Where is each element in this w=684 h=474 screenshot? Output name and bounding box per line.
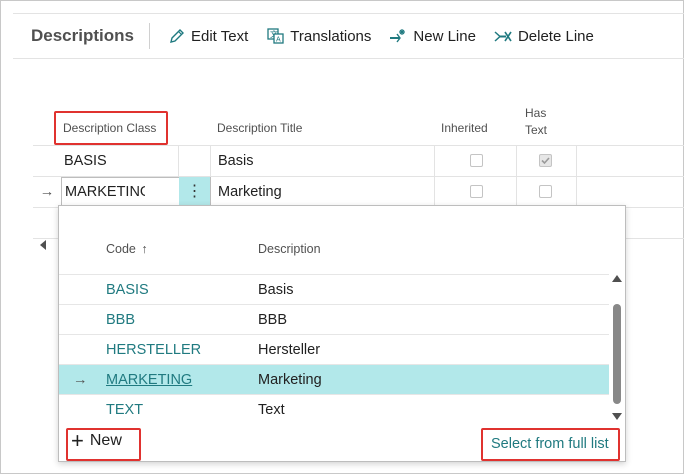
new-line-icon: [390, 28, 406, 42]
table-row[interactable]: BASIS Basis: [33, 145, 684, 176]
translations-button[interactable]: 文 A Translations: [266, 27, 371, 45]
checkmark-icon: [541, 157, 550, 165]
new-line-button[interactable]: New Line: [389, 28, 476, 45]
translations-label: Translations: [290, 27, 372, 45]
divider: [210, 146, 211, 176]
lookup-code[interactable]: MARKETING: [106, 365, 192, 395]
lookup-header-code[interactable]: Code ↑: [106, 242, 148, 256]
highlight-box-description-class: [54, 111, 168, 145]
description-class-cell[interactable]: BASIS: [64, 146, 107, 176]
column-header-description-title[interactable]: Description Title: [217, 121, 302, 135]
column-header-has-text-line2[interactable]: Text: [525, 123, 547, 137]
highlight-box-full-list: [481, 428, 620, 461]
has-text-checkbox[interactable]: [539, 185, 552, 198]
lookup-header-description[interactable]: Description: [258, 242, 321, 256]
delete-line-label: Delete Line: [517, 27, 594, 45]
lookup-header-code-label: Code: [106, 242, 136, 256]
table-row[interactable]: → MARKETING ⋮ Marketing: [33, 176, 684, 207]
lookup-code[interactable]: HERSTELLER: [106, 335, 201, 365]
selected-row-arrow-icon: →: [73, 372, 88, 388]
lookup-dropdown: Code ↑ Description BASIS Basis BBB BBB H…: [58, 205, 626, 462]
lookup-scrollbar[interactable]: [610, 266, 624, 426]
divider: [516, 177, 517, 207]
edit-text-label: Edit Text: [190, 27, 249, 45]
lookup-code[interactable]: TEXT: [106, 395, 143, 425]
column-header-inherited[interactable]: Inherited: [441, 121, 488, 135]
scroll-left-icon[interactable]: [39, 240, 47, 250]
scroll-down-icon[interactable]: [612, 413, 622, 421]
lookup-description: Basis: [258, 282, 294, 298]
column-header-has-text-line1[interactable]: Has: [525, 106, 546, 120]
lookup-row[interactable]: TEXT Text: [59, 394, 609, 425]
divider: [576, 177, 577, 207]
lookup-row[interactable]: BASIS Basis: [59, 274, 609, 305]
lookup-description: Text: [258, 402, 285, 418]
lookup-code[interactable]: BASIS: [106, 275, 149, 305]
sort-ascending-icon: ↑: [141, 242, 148, 256]
highlight-box-new: [66, 428, 141, 461]
action-bar: Descriptions Edit Text 文 A Translations: [13, 13, 684, 59]
delete-line-button[interactable]: Delete Line: [494, 28, 594, 45]
lookup-description: Marketing: [258, 372, 322, 388]
inherited-checkbox[interactable]: [470, 154, 483, 167]
new-line-label: New Line: [413, 27, 476, 45]
has-text-checkbox[interactable]: [539, 154, 552, 167]
description-class-value: MARKETING: [65, 184, 145, 200]
lookup-row[interactable]: BBB BBB: [59, 304, 609, 335]
divider: [516, 146, 517, 176]
divider: [178, 146, 179, 176]
divider: [148, 23, 150, 49]
page-title: Descriptions: [31, 26, 134, 45]
divider: [434, 177, 435, 207]
lookup-row-selected[interactable]: → MARKETING Marketing: [59, 364, 609, 395]
pencil-icon: [170, 28, 184, 43]
svg-text:A: A: [276, 37, 281, 44]
translate-icon: 文 A: [267, 28, 284, 44]
lookup-description: BBB: [258, 312, 288, 328]
page-frame: Descriptions Edit Text 文 A Translations: [0, 0, 684, 474]
scrollbar-thumb[interactable]: [613, 304, 621, 404]
divider: [576, 146, 577, 176]
lookup-description: Hersteller: [258, 342, 321, 358]
description-title-cell[interactable]: Basis: [218, 146, 253, 176]
description-title-cell[interactable]: Marketing: [218, 177, 282, 207]
scroll-up-icon[interactable]: [612, 274, 622, 282]
edit-text-button[interactable]: Edit Text: [168, 28, 248, 45]
inherited-checkbox[interactable]: [470, 185, 483, 198]
delete-line-icon: [494, 30, 512, 42]
current-row-arrow-icon: →: [39, 184, 55, 200]
lookup-row[interactable]: HERSTELLER Hersteller: [59, 334, 609, 365]
row-more-options-button[interactable]: ⋮: [179, 177, 210, 207]
divider: [434, 146, 435, 176]
lookup-code[interactable]: BBB: [106, 305, 135, 335]
